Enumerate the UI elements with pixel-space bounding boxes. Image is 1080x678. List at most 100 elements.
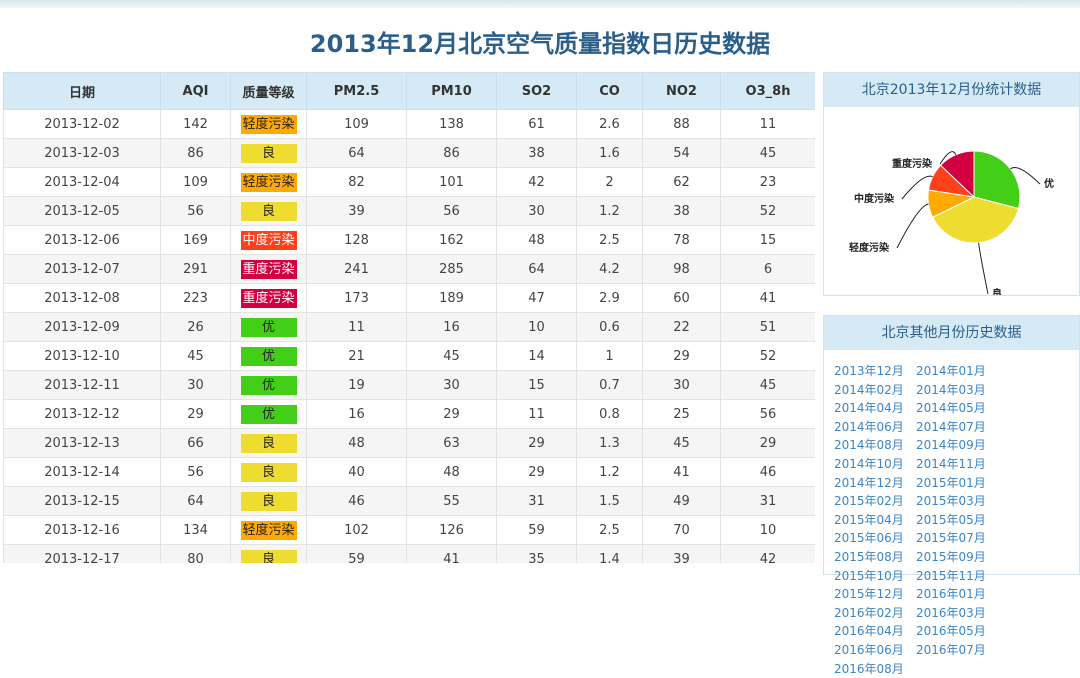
history-month-link[interactable]: 2016年08月 [834,660,916,678]
cell-o3-8h: 10 [721,516,816,545]
cell-pm10: 56 [407,197,497,226]
cell-level: 轻度污染 [231,110,307,139]
cell-level: 重度污染 [231,284,307,313]
cell-no2: 49 [643,487,721,516]
quality-level-badge: 良 [241,202,297,221]
cell-pm10: 86 [407,139,497,168]
cell-no2: 60 [643,284,721,313]
history-month-link[interactable]: 2015年06月 [834,529,916,548]
history-month-link[interactable]: 2016年03月 [916,604,998,623]
history-month-link[interactable]: 2014年04月 [834,399,916,418]
cell-so2: 29 [497,458,577,487]
cell-aqi: 223 [161,284,231,313]
cell-level: 优 [231,371,307,400]
cell-date: 2013-12-17 [4,545,161,564]
history-month-link[interactable]: 2014年10月 [834,455,916,474]
history-month-link[interactable]: 2015年08月 [834,548,916,567]
history-month-link[interactable]: 2014年02月 [834,381,916,400]
history-month-link[interactable]: 2015年01月 [916,474,998,493]
history-month-link[interactable]: 2014年08月 [834,436,916,455]
table-row: 2013-12-1130优1930150.73045 [4,371,816,400]
history-month-link[interactable]: 2014年07月 [916,418,998,437]
cell-level: 轻度污染 [231,516,307,545]
history-link-list: 2013年12月2014年01月2014年02月2014年03月2014年04月… [824,350,1079,678]
cell-o3-8h: 51 [721,313,816,342]
cell-co: 1.2 [577,458,643,487]
history-month-link[interactable]: 2014年03月 [916,381,998,400]
history-month-link[interactable]: 2016年04月 [834,622,916,641]
cell-no2: 22 [643,313,721,342]
history-month-link[interactable]: 2016年07月 [916,641,998,660]
history-month-link[interactable]: 2013年12月 [834,362,916,381]
history-month-link[interactable]: 2014年12月 [834,474,916,493]
cell-pm10: 189 [407,284,497,313]
table-row: 2013-12-1045优21451412952 [4,342,816,371]
cell-o3-8h: 41 [721,284,816,313]
table-row: 2013-12-0926优1116100.62251 [4,313,816,342]
history-month-link[interactable]: 2016年01月 [916,585,998,604]
cell-date: 2013-12-12 [4,400,161,429]
history-month-link[interactable]: 2015年10月 [834,567,916,586]
cell-pm25: 59 [307,545,407,564]
history-month-link[interactable]: 2014年09月 [916,436,998,455]
history-month-link[interactable]: 2015年05月 [916,511,998,530]
cell-o3-8h: 6 [721,255,816,284]
cell-level: 良 [231,458,307,487]
history-month-link[interactable]: 2016年02月 [834,604,916,623]
history-month-link[interactable]: 2014年01月 [916,362,998,381]
history-month-link[interactable]: 2015年04月 [834,511,916,530]
pie-label: 轻度污染 [849,241,890,254]
history-month-link[interactable]: 2014年05月 [916,399,998,418]
aqi-table-container[interactable]: 日期AQI质量等级PM2.5PM10SO2CONO2O3_8h 2013-12-… [3,72,815,563]
history-month-link[interactable]: 2016年06月 [834,641,916,660]
cell-level: 重度污染 [231,255,307,284]
cell-level: 优 [231,400,307,429]
table-row: 2013-12-16134轻度污染102126592.57010 [4,516,816,545]
history-month-link[interactable]: 2016年05月 [916,622,998,641]
history-month-link[interactable]: 2015年11月 [916,567,998,586]
cell-so2: 11 [497,400,577,429]
table-header-row: 日期AQI质量等级PM2.5PM10SO2CONO2O3_8h [4,73,816,110]
history-month-link[interactable]: 2015年02月 [834,492,916,511]
cell-pm10: 45 [407,342,497,371]
history-month-link[interactable]: 2015年09月 [916,548,998,567]
cell-co: 2.5 [577,516,643,545]
cell-aqi: 29 [161,400,231,429]
cell-so2: 59 [497,516,577,545]
cell-no2: 29 [643,342,721,371]
cell-pm10: 48 [407,458,497,487]
cell-pm10: 285 [407,255,497,284]
cell-pm10: 41 [407,545,497,564]
cell-no2: 30 [643,371,721,400]
history-month-link[interactable]: 2015年07月 [916,529,998,548]
pie-label: 良 [992,287,1002,295]
cell-pm25: 82 [307,168,407,197]
page-title: 2013年12月北京空气质量指数日历史数据 [0,24,1080,59]
cell-pm25: 19 [307,371,407,400]
history-month-link[interactable]: 2014年11月 [916,455,998,474]
history-month-link[interactable]: 2015年03月 [916,492,998,511]
cell-no2: 62 [643,168,721,197]
cell-pm25: 16 [307,400,407,429]
column-header-level: 质量等级 [231,73,307,110]
column-header-aqi: AQI [161,73,231,110]
cell-aqi: 80 [161,545,231,564]
cell-so2: 30 [497,197,577,226]
cell-so2: 10 [497,313,577,342]
cell-pm25: 64 [307,139,407,168]
cell-pm10: 162 [407,226,497,255]
cell-no2: 45 [643,429,721,458]
pie-leader-line [979,243,988,294]
cell-pm10: 138 [407,110,497,139]
cell-no2: 70 [643,516,721,545]
cell-no2: 38 [643,197,721,226]
cell-co: 2.5 [577,226,643,255]
cell-co: 2 [577,168,643,197]
cell-aqi: 291 [161,255,231,284]
cell-level: 良 [231,139,307,168]
cell-pm25: 109 [307,110,407,139]
history-month-link[interactable]: 2015年12月 [834,585,916,604]
cell-so2: 35 [497,545,577,564]
cell-co: 2.6 [577,110,643,139]
history-month-link[interactable]: 2014年06月 [834,418,916,437]
